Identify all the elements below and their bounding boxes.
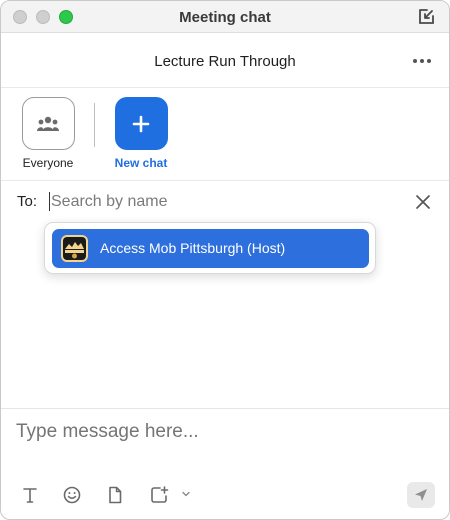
everyone-tile[interactable] xyxy=(21,97,75,150)
message-input[interactable] xyxy=(16,417,426,447)
new-chat-target[interactable]: New chat xyxy=(106,97,176,170)
emoji-icon[interactable] xyxy=(62,485,82,505)
file-icon[interactable] xyxy=(105,485,125,505)
group-icon xyxy=(37,116,59,131)
new-chat-button[interactable] xyxy=(114,97,168,150)
suggestion-item-host[interactable]: Access Mob Pittsburgh (Host) xyxy=(52,229,369,268)
chevron-down-icon[interactable] xyxy=(181,489,191,499)
everyone-label: Everyone xyxy=(22,156,74,170)
targets-divider xyxy=(94,103,95,147)
recipient-search-input[interactable] xyxy=(51,188,401,216)
chat-header: Lecture Run Through xyxy=(1,34,449,88)
new-chat-label: New chat xyxy=(114,156,168,170)
more-options-icon[interactable] xyxy=(411,52,433,70)
text-caret xyxy=(49,192,50,211)
title-bar: Meeting chat xyxy=(1,1,449,33)
suggestion-label: Access Mob Pittsburgh (Host) xyxy=(100,240,286,256)
to-label: To: xyxy=(17,193,38,210)
pop-out-icon[interactable] xyxy=(417,8,435,26)
host-avatar xyxy=(61,235,88,262)
recipient-row: To: xyxy=(1,182,449,222)
meeting-chat-window: Meeting chat Lecture Run Through Everyon… xyxy=(0,0,450,520)
send-button[interactable] xyxy=(407,482,435,508)
plus-icon xyxy=(132,115,150,132)
everyone-target[interactable]: Everyone xyxy=(13,97,83,170)
send-icon xyxy=(415,489,427,501)
chat-targets: Everyone New chat xyxy=(1,89,449,181)
message-composer xyxy=(1,408,449,519)
meeting-name: Lecture Run Through xyxy=(154,53,296,70)
recipient-suggestions: Access Mob Pittsburgh (Host) xyxy=(44,222,376,274)
screenshot-icon[interactable] xyxy=(149,485,169,505)
close-icon[interactable] xyxy=(415,194,431,210)
window-title: Meeting chat xyxy=(179,9,271,26)
text-format-icon[interactable] xyxy=(20,485,40,505)
